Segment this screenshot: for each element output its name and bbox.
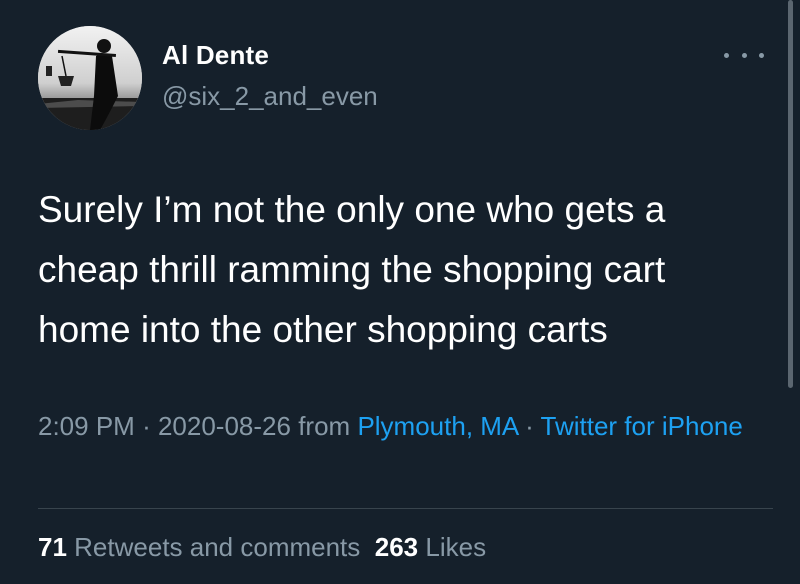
avatar[interactable] [38, 26, 142, 130]
avatar-image [38, 26, 142, 130]
likes-stat[interactable]: 263 Likes [375, 532, 486, 562]
tweet-meta: 2:09 PM · 2020-08-26 from Plymouth, MA ·… [38, 406, 778, 446]
dot [741, 52, 747, 58]
dot [759, 52, 764, 58]
source-link[interactable]: Twitter for iPhone [541, 411, 743, 441]
likes-label: Likes [425, 532, 487, 562]
tweet-card: Al Dente @six_2_and_even Surely I’m not … [0, 0, 800, 584]
meta-separator: · [525, 411, 534, 441]
tweet-time[interactable]: 2:09 PM [38, 411, 135, 441]
likes-count: 263 [374, 532, 419, 562]
meta-separator: · [142, 411, 151, 441]
divider [38, 508, 773, 509]
retweets-count: 71 [38, 532, 67, 562]
location-link[interactable]: Plymouth, MA [357, 411, 517, 441]
scrollbar[interactable] [788, 0, 793, 388]
retweets-label: Retweets and comments [74, 532, 361, 562]
tweet-date[interactable]: 2020-08-26 [158, 411, 291, 441]
display-name[interactable]: Al Dente [162, 40, 269, 71]
tweet-text: Surely I’m not the only one who gets a c… [38, 189, 666, 350]
retweets-stat[interactable]: 71 Retweets and comments [38, 532, 360, 562]
user-handle[interactable]: @six_2_and_even [162, 81, 378, 112]
from-label: from [298, 411, 351, 441]
dot [724, 52, 729, 58]
more-horizontal-icon[interactable] [724, 45, 764, 65]
tweet-stats: 71 Retweets and comments 263 Likes [38, 532, 486, 563]
